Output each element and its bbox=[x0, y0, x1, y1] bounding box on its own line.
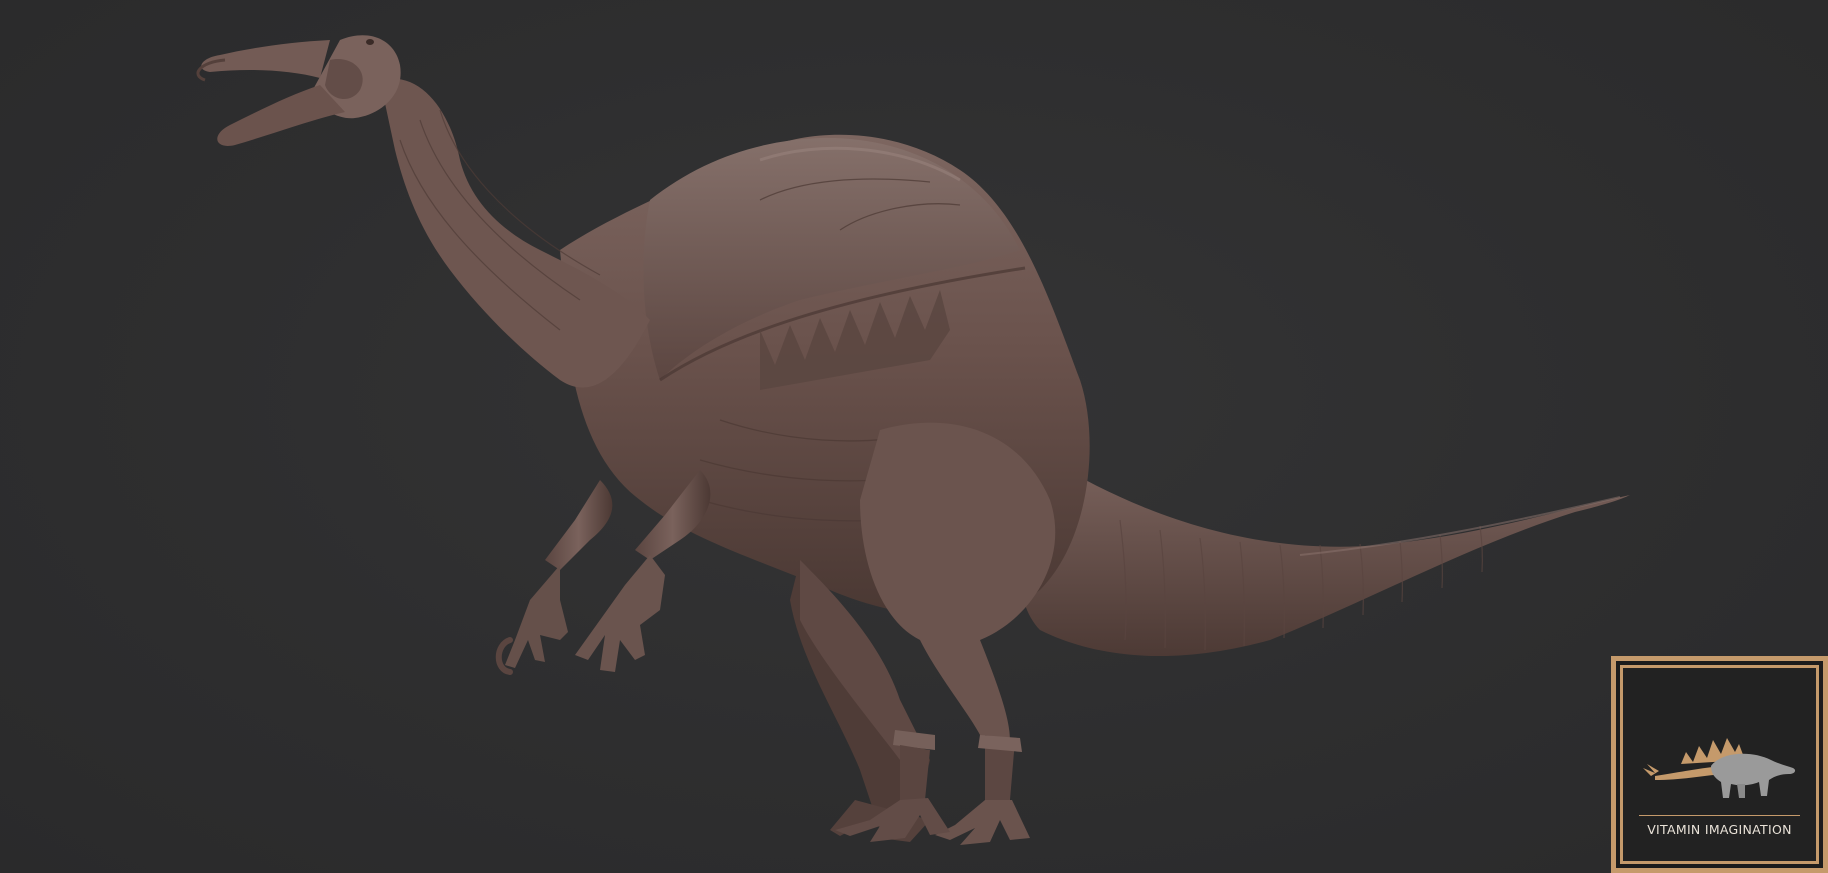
head bbox=[196, 35, 401, 146]
viewport: VITAMIN IMAGINATION bbox=[0, 0, 1828, 873]
forelimbs bbox=[495, 470, 711, 675]
stegosaurus-icon bbox=[1643, 738, 1796, 798]
watermark-text: VITAMIN IMAGINATION bbox=[1647, 822, 1792, 837]
tail bbox=[1018, 460, 1630, 657]
watermark-logo: VITAMIN IMAGINATION bbox=[1611, 656, 1828, 873]
dinosaur-sculpt bbox=[196, 35, 1630, 845]
logo-divider bbox=[1639, 815, 1800, 816]
